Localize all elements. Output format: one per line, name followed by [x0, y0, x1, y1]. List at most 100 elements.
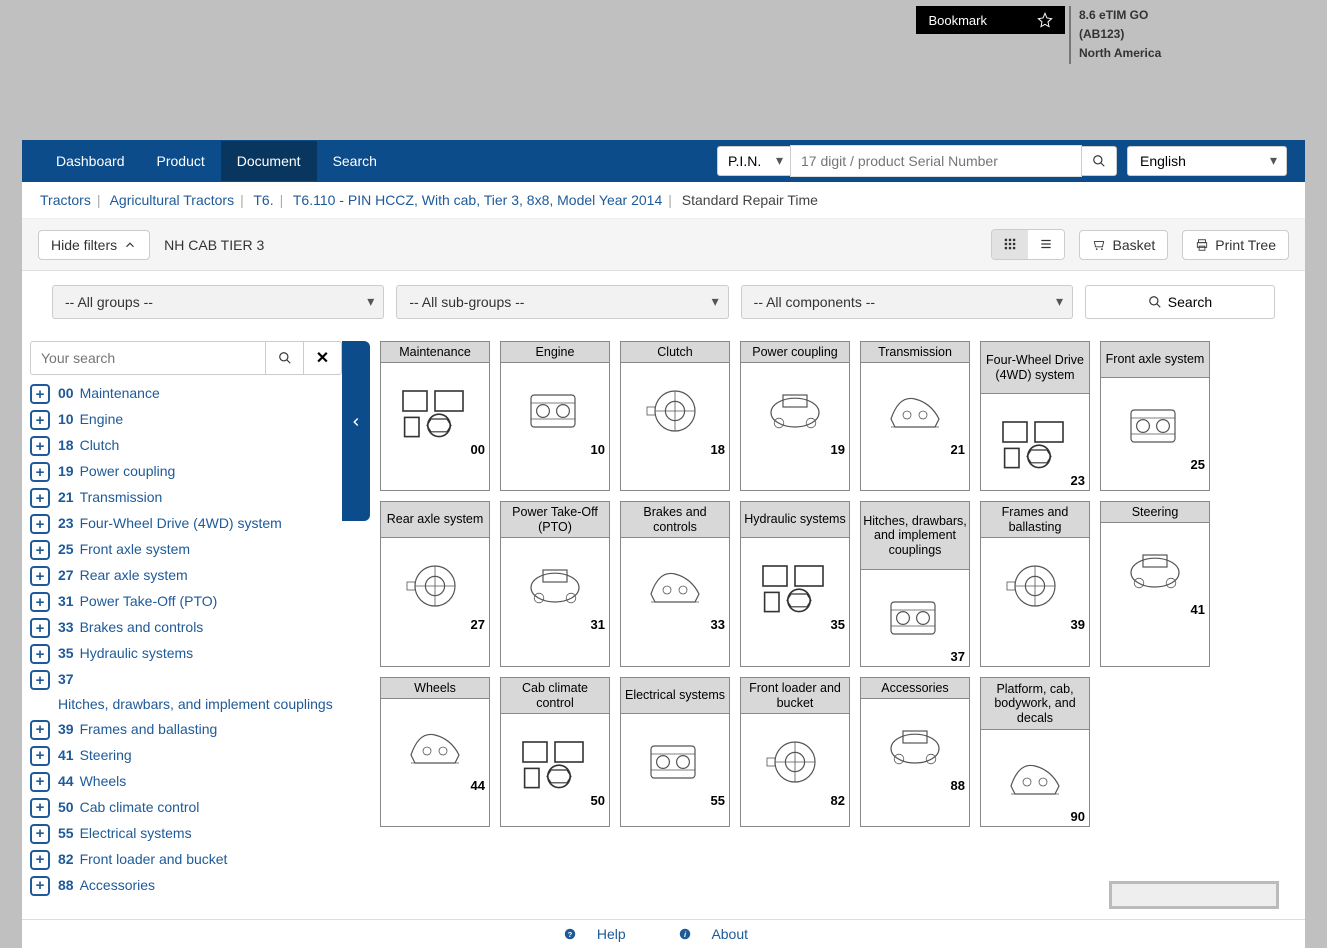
card-image: 90 — [981, 730, 1089, 826]
components-select[interactable]: -- All components -- — [741, 285, 1073, 319]
expand-icon[interactable]: + — [30, 592, 50, 612]
tree-search-input[interactable] — [30, 341, 266, 375]
breadcrumb-item[interactable]: T6.110 - PIN HCCZ, With cab, Tier 3, 8x8… — [293, 192, 662, 208]
expand-icon[interactable]: + — [30, 876, 50, 896]
category-card[interactable]: Power coupling 19 — [740, 341, 850, 491]
tree-item[interactable]: + 44 Wheels — [30, 769, 342, 795]
category-card[interactable]: Electrical systems 55 — [620, 677, 730, 827]
category-card[interactable]: Hydraulic systems 35 — [740, 501, 850, 667]
category-card[interactable]: Steering 41 — [1100, 501, 1210, 667]
breadcrumb-item[interactable]: T6. — [253, 192, 273, 208]
tree-item[interactable]: + 25 Front axle system — [30, 537, 342, 563]
category-card[interactable]: Four-Wheel Drive (4WD) system 23 — [980, 341, 1090, 491]
nav-dashboard[interactable]: Dashboard — [40, 141, 141, 181]
sidebar-collapse-button[interactable] — [342, 341, 370, 521]
expand-icon[interactable]: + — [30, 644, 50, 664]
tree-item[interactable]: + 10 Engine — [30, 407, 342, 433]
tree-item[interactable]: + 39 Frames and ballasting — [30, 717, 342, 743]
category-card[interactable]: Frames and ballasting 39 — [980, 501, 1090, 667]
nav-document[interactable]: Document — [221, 141, 317, 181]
expand-icon[interactable]: + — [30, 798, 50, 818]
about-link[interactable]: i About — [678, 926, 764, 942]
expand-icon[interactable]: + — [30, 670, 50, 690]
expand-icon[interactable]: + — [30, 824, 50, 844]
breadcrumb-item[interactable]: Agricultural Tractors — [110, 192, 234, 208]
category-card[interactable]: Brakes and controls 33 — [620, 501, 730, 667]
expand-icon[interactable]: + — [30, 850, 50, 870]
tree-item[interactable]: + 31 Power Take-Off (PTO) — [30, 589, 342, 615]
expand-icon[interactable]: + — [30, 540, 50, 560]
category-card[interactable]: Transmission 21 — [860, 341, 970, 491]
hide-filters-button[interactable]: Hide filters — [38, 230, 150, 260]
tree-item[interactable]: + 19 Power coupling — [30, 459, 342, 485]
tree-search-button[interactable] — [266, 341, 304, 375]
category-card[interactable]: Maintenance 00 — [380, 341, 490, 491]
card-label: Engine — [501, 342, 609, 363]
pin-type-select[interactable]: P.I.N. — [717, 146, 791, 176]
card-label: Brakes and controls — [621, 502, 729, 538]
expand-icon[interactable]: + — [30, 410, 50, 430]
category-card[interactable]: Wheels 44 — [380, 677, 490, 827]
expand-icon[interactable]: + — [30, 462, 50, 482]
expand-icon[interactable]: + — [30, 618, 50, 638]
tree-item[interactable]: + 82 Front loader and bucket — [30, 847, 342, 873]
tree-item[interactable]: + 50 Cab climate control — [30, 795, 342, 821]
tree-label: Hitches, drawbars, and implement couplin… — [58, 695, 333, 714]
tree-item[interactable]: + 21 Transmission — [30, 485, 342, 511]
info-icon: i — [678, 927, 692, 941]
tree-label: Accessories — [80, 876, 155, 895]
expand-icon[interactable]: + — [30, 746, 50, 766]
expand-icon[interactable]: + — [30, 720, 50, 740]
category-card[interactable]: Accessories 88 — [860, 677, 970, 827]
tree-item[interactable]: + 88 Accessories — [30, 873, 342, 899]
basket-button[interactable]: Basket — [1079, 230, 1168, 260]
tree-item[interactable]: + 00 Maintenance — [30, 381, 342, 407]
tree-label: Maintenance — [80, 384, 160, 403]
nav-product[interactable]: Product — [141, 141, 221, 181]
tree-search: ✕ — [30, 341, 342, 375]
serial-input[interactable] — [791, 146, 1081, 176]
groups-select[interactable]: -- All groups -- — [52, 285, 384, 319]
serial-search-button[interactable] — [1081, 146, 1117, 176]
tree-item[interactable]: + 35 Hydraulic systems — [30, 641, 342, 667]
card-number: 21 — [951, 442, 965, 457]
card-label: Rear axle system — [381, 502, 489, 538]
expand-icon[interactable]: + — [30, 772, 50, 792]
tree-item[interactable]: + 23 Four-Wheel Drive (4WD) system — [30, 511, 342, 537]
breadcrumb-item[interactable]: Tractors — [40, 192, 91, 208]
bookmark-button[interactable]: Bookmark — [916, 6, 1065, 34]
tree-item[interactable]: + 27 Rear axle system — [30, 563, 342, 589]
expand-icon[interactable]: + — [30, 514, 50, 534]
expand-icon[interactable]: + — [30, 488, 50, 508]
category-card[interactable]: Platform, cab, bodywork, and decals 90 — [980, 677, 1090, 827]
nav-search[interactable]: Search — [317, 141, 393, 181]
tree-item[interactable]: + 37 Hitches, drawbars, and implement co… — [30, 667, 342, 717]
help-link[interactable]: ? Help — [563, 926, 642, 942]
subgroups-select[interactable]: -- All sub-groups -- — [396, 285, 728, 319]
category-card[interactable]: Front loader and bucket 82 — [740, 677, 850, 827]
print-tree-button[interactable]: Print Tree — [1182, 230, 1289, 260]
category-card[interactable]: Rear axle system 27 — [380, 501, 490, 667]
category-card[interactable]: Hitches, drawbars, and implement couplin… — [860, 501, 970, 667]
category-card[interactable]: Clutch 18 — [620, 341, 730, 491]
category-card[interactable]: Power Take-Off (PTO) 31 — [500, 501, 610, 667]
tree-code: 19 — [58, 462, 74, 481]
tree-item[interactable]: + 55 Electrical systems — [30, 821, 342, 847]
expand-icon[interactable]: + — [30, 566, 50, 586]
expand-icon[interactable]: + — [30, 436, 50, 456]
expand-icon[interactable]: + — [30, 384, 50, 404]
category-card[interactable]: Front axle system 25 — [1100, 341, 1210, 491]
tree-item[interactable]: + 33 Brakes and controls — [30, 615, 342, 641]
tree-item[interactable]: + 41 Steering — [30, 743, 342, 769]
filter-search-button[interactable]: Search — [1085, 285, 1275, 319]
language-select[interactable]: English — [1127, 146, 1287, 176]
category-card[interactable]: Cab climate control 50 — [500, 677, 610, 827]
info-region: North America — [1079, 44, 1279, 63]
tree-item[interactable]: + 18 Clutch — [30, 433, 342, 459]
category-card[interactable]: Engine 10 — [500, 341, 610, 491]
tree-code: 44 — [58, 772, 74, 791]
tree-search-clear-button[interactable]: ✕ — [304, 341, 342, 375]
tree-label: Clutch — [80, 436, 120, 455]
list-view-button[interactable] — [1028, 230, 1064, 259]
grid-view-button[interactable] — [992, 230, 1028, 259]
